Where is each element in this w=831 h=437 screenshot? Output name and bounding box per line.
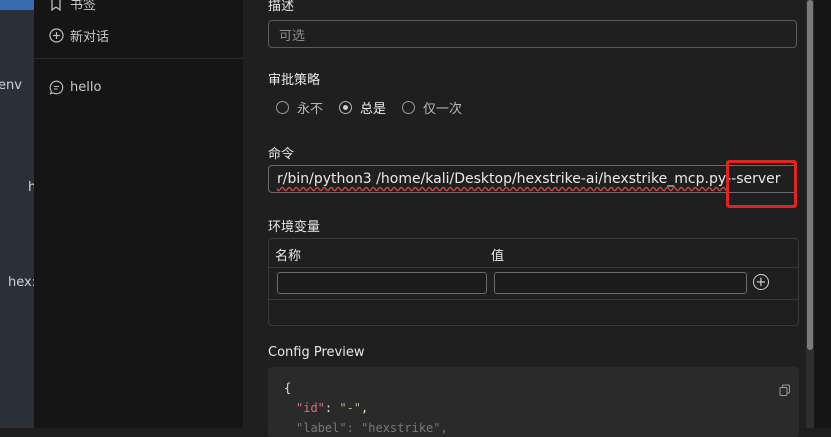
sidebar-item-label: hello [70,79,102,95]
env-col-value: 值 [491,249,505,264]
scrollbar[interactable] [806,0,814,428]
env-vars-label: 环境变量 [268,220,321,235]
code-line: "label": "hexstrike", [296,421,448,435]
command-label: 命令 [268,147,295,162]
highlight-annotation-box [726,160,797,208]
env-col-name: 名称 [275,249,302,264]
env-table-row: + [269,267,798,300]
code-key: "id" [296,401,325,415]
scrollbar-thumb[interactable] [807,0,813,350]
sidebar-item-new-chat[interactable]: 新对话 [48,26,109,45]
env-table-header: 名称 值 [269,239,798,268]
description-label: 描述 [268,0,295,14]
radio-dot [276,101,289,114]
strip-text-env: env [0,78,22,93]
radio-label: 仅一次 [423,102,463,117]
radio-dot-selected [339,101,353,114]
sidebar-item-bookmarks[interactable]: 书签 [48,0,96,13]
sidebar-item-label: 书签 [70,0,97,13]
copy-icon[interactable] [779,384,791,396]
radio-always[interactable]: 总是 [339,98,386,117]
background-window-strip: env h hex: [0,0,34,428]
sidebar: 书签 新对话 hello [34,0,243,428]
env-name-input[interactable] [277,272,487,294]
code-line: { [284,381,292,395]
background-window-titlebar [0,0,34,10]
command-input[interactable]: r/bin/python3 /home/kali/Desktop/hexstri… [268,165,797,193]
radio-once[interactable]: 仅一次 [402,98,462,117]
sidebar-item-label: 新对话 [70,30,110,45]
right-edge-background [814,0,831,428]
code-line: "id": "-", [296,401,369,415]
sidebar-divider [34,58,243,59]
bookmark-icon [48,0,64,12]
config-preview-label: Config Preview [268,345,365,360]
radio-label: 永不 [297,102,324,117]
strip-text-hex: hex: [8,275,34,290]
code-string: "-" [339,401,362,415]
radio-never[interactable]: 永不 [276,98,323,117]
env-value-input[interactable] [494,272,747,294]
env-vars-table: 名称 值 + [268,238,799,326]
description-input[interactable]: 可选 [268,20,797,48]
radio-label: 总是 [360,102,387,117]
add-circle-icon[interactable]: + [753,274,769,290]
radio-dot [402,101,416,114]
config-preview-code: { "id": "-", "label": "hexstrike", [268,367,799,437]
mcp-server-form-panel: 描述 可选 审批策略 永不 总是 仅一次 命令 r/bin/python3 /h… [243,0,831,437]
sidebar-item-chat-hello[interactable]: hello [48,79,101,95]
description-placeholder: 可选 [279,28,306,44]
plus-circle-icon [48,28,64,44]
chat-bubble-icon [48,79,64,95]
approval-policy-label: 审批策略 [268,73,321,88]
command-text-path: r/bin/python3 /home/kali/Desktop/hexstri… [277,171,727,187]
approval-policy-radio-group: 永不 总是 仅一次 [276,98,478,117]
